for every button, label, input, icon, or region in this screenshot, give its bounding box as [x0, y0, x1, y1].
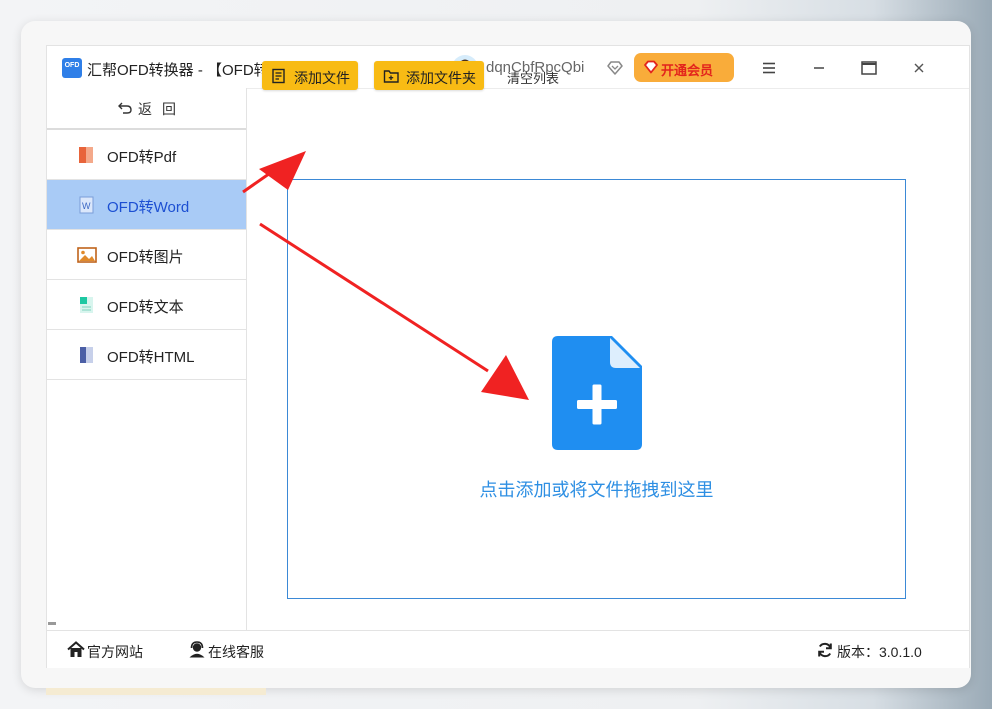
refresh-icon[interactable] [817, 642, 833, 658]
file-drop-zone[interactable]: 点击添加或将文件拖拽到这里 [287, 179, 906, 599]
clear-list-button[interactable]: 清空列表 [507, 68, 559, 87]
minimize-icon[interactable] [806, 55, 832, 81]
version-label: 版本：3.0.1.0 [837, 644, 922, 660]
menu-icon[interactable] [756, 55, 782, 81]
word-file-icon: W [79, 196, 94, 214]
add-file-label: 添加文件 [294, 70, 350, 86]
maximize-icon[interactable] [856, 55, 882, 81]
official-website-label: 官方网站 [87, 644, 143, 660]
add-folder-icon [383, 70, 399, 83]
image-file-icon [77, 247, 97, 263]
app-logo-icon: OFD [62, 58, 82, 78]
sidebar-item-ofd-to-text[interactable]: OFD转文本 [47, 280, 246, 330]
close-icon[interactable] [906, 55, 932, 81]
sidebar-item-ofd-to-pdf[interactable]: OFD转Pdf [47, 130, 246, 180]
home-icon [67, 641, 85, 657]
sidebar-item-label: OFD转Word [107, 199, 190, 216]
sidebar-item-ofd-to-image[interactable]: OFD转图片 [47, 230, 246, 280]
vip-upgrade-button[interactable]: 开通会员 [634, 53, 734, 82]
diamond-icon[interactable] [605, 58, 625, 78]
scrollbar-handle[interactable] [48, 622, 56, 625]
svg-text:W: W [82, 201, 91, 211]
sidebar-item-label: OFD转图片 [107, 249, 184, 266]
back-arrow-icon [118, 102, 132, 114]
sidebar: 返回 OFD转Pdf W OFD转Word OFD转图片 OFD转文本 OFD转… [47, 88, 247, 633]
sidebar-item-ofd-to-html[interactable]: OFD转HTML [47, 330, 246, 380]
customer-service-icon [189, 641, 205, 658]
add-folder-label: 添加文件夹 [406, 70, 476, 86]
drop-zone-hint: 点击添加或将文件拖拽到这里 [479, 480, 714, 500]
background-strip [46, 688, 266, 695]
vip-upgrade-label: 开通会员 [661, 63, 714, 78]
text-file-icon [80, 297, 93, 313]
app-logo-text: OFD [64, 62, 80, 69]
add-folder-button[interactable]: 添加文件夹 [374, 61, 484, 90]
sidebar-item-ofd-to-word[interactable]: W OFD转Word [47, 180, 246, 230]
add-file-icon [272, 68, 285, 84]
app-window: OFD 汇帮OFD转换器 - 【OFD转文件】 dqnCbfRpcQbi 开通会… [46, 45, 970, 668]
sidebar-item-label: OFD转文本 [107, 299, 184, 316]
sidebar-item-label: OFD转Pdf [107, 149, 177, 166]
back-button[interactable]: 返回 [47, 88, 246, 130]
sidebar-item-label: OFD转HTML [107, 349, 195, 366]
html-file-icon [80, 347, 93, 363]
add-file-button[interactable]: 添加文件 [262, 61, 358, 90]
add-document-icon[interactable] [552, 336, 642, 450]
pdf-file-icon [79, 147, 93, 163]
online-support-label: 在线客服 [208, 644, 264, 660]
status-bar: 官方网站 在线客服 版本：3.0.1.0 [47, 630, 969, 668]
back-label: 返回 [138, 101, 186, 117]
vip-diamond-icon [644, 60, 658, 74]
